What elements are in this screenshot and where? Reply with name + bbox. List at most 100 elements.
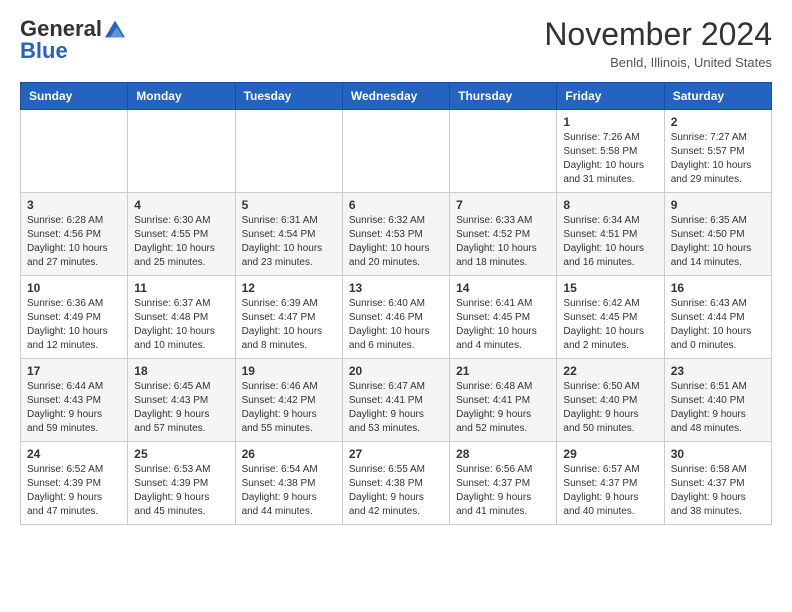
logo-blue-text: Blue xyxy=(20,38,68,64)
table-row: 4 Sunrise: 6:30 AMSunset: 4:55 PMDaylight… xyxy=(128,193,235,276)
table-row: 12Sunrise: 6:39 AMSunset: 4:47 PMDayligh… xyxy=(235,276,342,359)
day-number: 21 xyxy=(456,364,550,378)
calendar: Sunday Monday Tuesday Wednesday Thursday… xyxy=(20,82,772,525)
table-row: 8 Sunrise: 6:34 AMSunset: 4:51 PMDaylight… xyxy=(557,193,664,276)
table-row: 7Sunrise: 6:33 AMSunset: 4:52 PMDaylight… xyxy=(450,193,557,276)
col-wednesday: Wednesday xyxy=(342,83,449,110)
day-info: Sunrise: 6:48 AMSunset: 4:41 PMDaylight:… xyxy=(456,380,550,436)
table-row: 17 Sunrise: 6:44 AMSunset: 4:43 PMDayligh… xyxy=(21,359,128,442)
day-info: Sunrise: 6:58 AMSunset: 4:37 PMDaylight:… xyxy=(671,463,765,519)
day-info: Sunrise: 6:56 AMSunset: 4:37 PMDaylight:… xyxy=(456,463,550,519)
day-info: Sunrise: 6:54 AMSunset: 4:38 PMDaylight:… xyxy=(242,463,336,519)
day-number: 6 xyxy=(349,198,443,212)
col-saturday: Saturday xyxy=(664,83,771,110)
day-number: 15 xyxy=(563,281,657,295)
day-info: Sunrise: 6:51 AMSunset: 4:40 PMDaylight:… xyxy=(671,380,765,436)
day-info: Sunrise: 6:37 AMSunset: 4:48 PMDaylight:… xyxy=(134,297,228,353)
day-info: Sunrise: 6:47 AMSunset: 4:41 PMDaylight:… xyxy=(349,380,443,436)
day-number: 14 xyxy=(456,281,550,295)
day-number: 29 xyxy=(563,447,657,461)
header-right: November 2024 Benld, Illinois, United St… xyxy=(544,16,772,70)
day-number: 17 xyxy=(27,364,121,378)
table-row: 3 Sunrise: 6:28 AMSunset: 4:56 PMDaylight… xyxy=(21,193,128,276)
day-number: 8 xyxy=(563,198,657,212)
table-row: 13Sunrise: 6:40 AMSunset: 4:46 PMDayligh… xyxy=(342,276,449,359)
table-row: 21 Sunrise: 6:48 AMSunset: 4:41 PMDayligh… xyxy=(450,359,557,442)
day-info: Sunrise: 6:42 AMSunset: 4:45 PMDaylight:… xyxy=(563,297,657,353)
table-row xyxy=(128,110,235,193)
table-row xyxy=(342,110,449,193)
table-row: 5 Sunrise: 6:31 AMSunset: 4:54 PMDaylight… xyxy=(235,193,342,276)
day-info: Sunrise: 6:41 AMSunset: 4:45 PMDaylight:… xyxy=(456,297,550,353)
day-number: 10 xyxy=(27,281,121,295)
day-info: Sunrise: 6:44 AMSunset: 4:43 PMDaylight:… xyxy=(27,380,121,436)
calendar-header-row: Sunday Monday Tuesday Wednesday Thursday… xyxy=(21,83,772,110)
table-row: 16 Sunrise: 6:43 AMSunset: 4:44 PMDayligh… xyxy=(664,276,771,359)
day-number: 9 xyxy=(671,198,765,212)
col-sunday: Sunday xyxy=(21,83,128,110)
logo-icon xyxy=(105,19,125,39)
table-row xyxy=(235,110,342,193)
day-number: 1 xyxy=(563,115,657,129)
day-info: Sunrise: 6:36 AMSunset: 4:49 PMDaylight:… xyxy=(27,297,121,353)
table-row: 15 Sunrise: 6:42 AMSunset: 4:45 PMDayligh… xyxy=(557,276,664,359)
table-row: 28 Sunrise: 6:56 AMSunset: 4:37 PMDayligh… xyxy=(450,442,557,525)
table-row: 26 Sunrise: 6:54 AMSunset: 4:38 PMDayligh… xyxy=(235,442,342,525)
table-row: 14 Sunrise: 6:41 AMSunset: 4:45 PMDayligh… xyxy=(450,276,557,359)
day-number: 28 xyxy=(456,447,550,461)
table-row: 11 Sunrise: 6:37 AMSunset: 4:48 PMDayligh… xyxy=(128,276,235,359)
day-info: Sunrise: 6:57 AMSunset: 4:37 PMDaylight:… xyxy=(563,463,657,519)
table-row: 9Sunrise: 6:35 AMSunset: 4:50 PMDaylight… xyxy=(664,193,771,276)
table-row: 20Sunrise: 6:47 AMSunset: 4:41 PMDayligh… xyxy=(342,359,449,442)
col-tuesday: Tuesday xyxy=(235,83,342,110)
table-row xyxy=(450,110,557,193)
calendar-week-4: 17 Sunrise: 6:44 AMSunset: 4:43 PMDayligh… xyxy=(21,359,772,442)
day-number: 23 xyxy=(671,364,765,378)
day-info: Sunrise: 6:31 AMSunset: 4:54 PMDaylight:… xyxy=(242,214,336,270)
day-info: Sunrise: 6:34 AMSunset: 4:51 PMDaylight:… xyxy=(563,214,657,270)
day-info: Sunrise: 6:39 AMSunset: 4:47 PMDaylight:… xyxy=(242,297,336,353)
table-row: 27 Sunrise: 6:55 AMSunset: 4:38 PMDayligh… xyxy=(342,442,449,525)
table-row: 30 Sunrise: 6:58 AMSunset: 4:37 PMDayligh… xyxy=(664,442,771,525)
table-row: 29 Sunrise: 6:57 AMSunset: 4:37 PMDayligh… xyxy=(557,442,664,525)
table-row: 25 Sunrise: 6:53 AMSunset: 4:39 PMDayligh… xyxy=(128,442,235,525)
day-info: Sunrise: 6:53 AMSunset: 4:39 PMDaylight:… xyxy=(134,463,228,519)
day-number: 18 xyxy=(134,364,228,378)
day-info: Sunrise: 6:52 AMSunset: 4:39 PMDaylight:… xyxy=(27,463,121,519)
day-number: 24 xyxy=(27,447,121,461)
table-row: 1Sunrise: 7:26 AMSunset: 5:58 PMDaylight… xyxy=(557,110,664,193)
table-row xyxy=(21,110,128,193)
day-info: Sunrise: 6:45 AMSunset: 4:43 PMDaylight:… xyxy=(134,380,228,436)
table-row: 24 Sunrise: 6:52 AMSunset: 4:39 PMDayligh… xyxy=(21,442,128,525)
calendar-week-3: 10 Sunrise: 6:36 AMSunset: 4:49 PMDayligh… xyxy=(21,276,772,359)
day-number: 25 xyxy=(134,447,228,461)
table-row: 18 Sunrise: 6:45 AMSunset: 4:43 PMDayligh… xyxy=(128,359,235,442)
day-number: 3 xyxy=(27,198,121,212)
day-info: Sunrise: 6:28 AMSunset: 4:56 PMDaylight:… xyxy=(27,214,121,270)
day-number: 5 xyxy=(242,198,336,212)
day-info: Sunrise: 6:43 AMSunset: 4:44 PMDaylight:… xyxy=(671,297,765,353)
day-number: 4 xyxy=(134,198,228,212)
day-info: Sunrise: 6:33 AMSunset: 4:52 PMDaylight:… xyxy=(456,214,550,270)
day-number: 27 xyxy=(349,447,443,461)
col-thursday: Thursday xyxy=(450,83,557,110)
table-row: 2 Sunrise: 7:27 AMSunset: 5:57 PMDaylight… xyxy=(664,110,771,193)
calendar-week-2: 3 Sunrise: 6:28 AMSunset: 4:56 PMDaylight… xyxy=(21,193,772,276)
table-row: 10 Sunrise: 6:36 AMSunset: 4:49 PMDayligh… xyxy=(21,276,128,359)
day-number: 2 xyxy=(671,115,765,129)
day-info: Sunrise: 6:55 AMSunset: 4:38 PMDaylight:… xyxy=(349,463,443,519)
day-number: 30 xyxy=(671,447,765,461)
col-friday: Friday xyxy=(557,83,664,110)
table-row: 6Sunrise: 6:32 AMSunset: 4:53 PMDaylight… xyxy=(342,193,449,276)
day-number: 22 xyxy=(563,364,657,378)
day-number: 19 xyxy=(242,364,336,378)
location: Benld, Illinois, United States xyxy=(544,55,772,70)
day-number: 11 xyxy=(134,281,228,295)
day-number: 16 xyxy=(671,281,765,295)
day-info: Sunrise: 6:40 AMSunset: 4:46 PMDaylight:… xyxy=(349,297,443,353)
day-number: 26 xyxy=(242,447,336,461)
table-row: 22Sunrise: 6:50 AMSunset: 4:40 PMDayligh… xyxy=(557,359,664,442)
day-info: Sunrise: 6:30 AMSunset: 4:55 PMDaylight:… xyxy=(134,214,228,270)
month-title: November 2024 xyxy=(544,16,772,53)
day-info: Sunrise: 7:27 AMSunset: 5:57 PMDaylight:… xyxy=(671,131,765,187)
